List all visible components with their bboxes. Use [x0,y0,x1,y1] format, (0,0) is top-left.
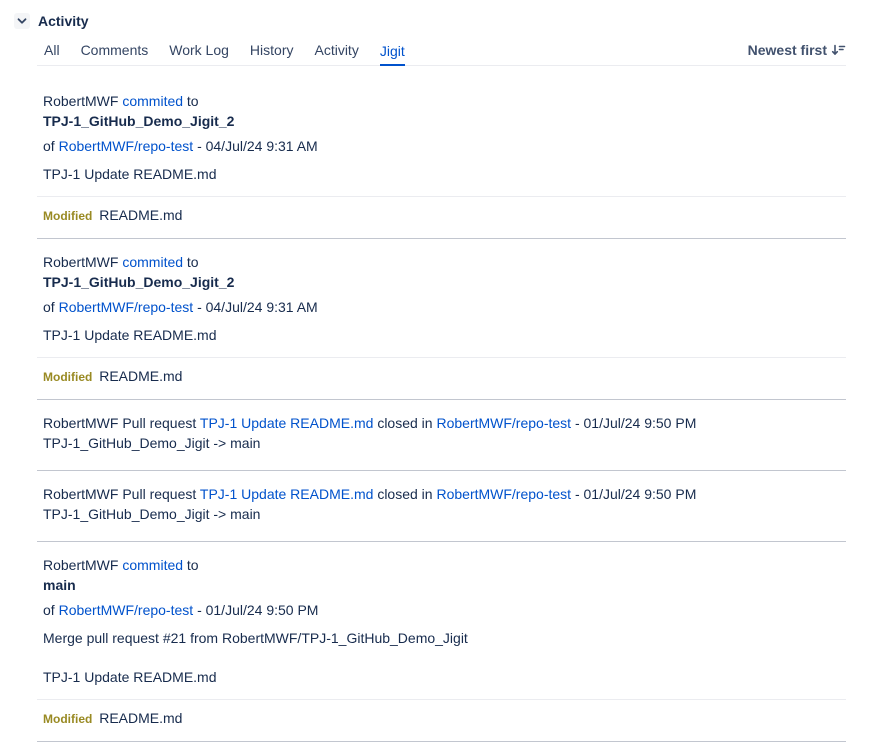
repo-link[interactable]: RobertMWF/repo-test [59,602,194,618]
commit-repo-line: of RobertMWF/repo-test - 01/Jul/24 9:50 … [43,600,840,620]
commit-entry: RobertMWF commited to TPJ-1_GitHub_Demo_… [37,78,846,239]
tab-work-log[interactable]: Work Log [169,42,229,65]
file-name: README.md [99,710,182,726]
file-name: README.md [99,368,182,384]
of-label: of [43,602,55,618]
commit-body: RobertMWF commited to TPJ-1_GitHub_Demo_… [37,91,846,184]
activity-section: Activity All Comments Work Log History A… [0,0,884,742]
commit-message: TPJ-1 Update README.md [43,325,840,345]
commit-action-suffix: to [187,557,199,573]
file-change-row: Modified README.md [37,196,846,238]
repo-link[interactable]: RobertMWF/repo-test [436,486,571,502]
commit-actor: RobertMWF [43,93,118,109]
commit-body: RobertMWF commited to main of RobertMWF/… [37,555,846,687]
repo-link[interactable]: RobertMWF/repo-test [436,415,571,431]
pr-title-link[interactable]: TPJ-1 Update README.md [200,415,374,431]
repo-link[interactable]: RobertMWF/repo-test [59,299,194,315]
activity-feed: RobertMWF commited to TPJ-1_GitHub_Demo_… [37,78,846,742]
commit-action-link[interactable]: commited [122,254,183,270]
commit-message: TPJ-1 Update README.md [43,164,840,184]
commit-action-suffix: to [187,93,199,109]
pull-request-body: RobertMWF Pull request TPJ-1 Update READ… [37,413,846,470]
commit-entry: RobertMWF commited to TPJ-1_GitHub_Demo_… [37,239,846,400]
sort-order-label: Newest first [748,42,827,58]
tab-activity[interactable]: Activity [314,42,358,65]
commit-branch: TPJ-1_GitHub_Demo_Jigit_2 [43,111,840,131]
pr-prefix: RobertMWF Pull request [43,415,196,431]
pull-request-entry: RobertMWF Pull request TPJ-1 Update READ… [37,471,846,542]
file-status-badge: Modified [43,370,92,384]
commit-actor: RobertMWF [43,557,118,573]
pr-timestamp: - 01/Jul/24 9:50 PM [575,486,696,502]
chevron-down-icon [16,15,28,27]
file-status-badge: Modified [43,209,92,223]
pull-request-body: RobertMWF Pull request TPJ-1 Update READ… [37,484,846,541]
pull-request-headline: RobertMWF Pull request TPJ-1 Update READ… [43,413,840,433]
pr-prefix: RobertMWF Pull request [43,486,196,502]
commit-action-suffix: to [187,254,199,270]
commit-actor: RobertMWF [43,254,118,270]
commit-timestamp: - 04/Jul/24 9:31 AM [197,299,318,315]
repo-link[interactable]: RobertMWF/repo-test [59,138,194,154]
section-header: Activity [0,0,884,29]
commit-message-secondary: TPJ-1 Update README.md [43,667,840,687]
of-label: of [43,299,55,315]
commit-repo-line: of RobertMWF/repo-test - 04/Jul/24 9:31 … [43,136,840,156]
sort-descending-icon [830,42,846,58]
tab-all[interactable]: All [44,42,60,65]
file-change-row: Modified README.md [37,699,846,741]
pull-request-entry: RobertMWF Pull request TPJ-1 Update READ… [37,400,846,471]
pr-middle-text: closed in [377,486,432,502]
tab-history[interactable]: History [250,42,294,65]
pr-timestamp: - 01/Jul/24 9:50 PM [575,415,696,431]
commit-action-link[interactable]: commited [122,93,183,109]
collapse-toggle-button[interactable] [14,13,30,29]
tab-jigit[interactable]: Jigit [380,43,405,66]
page-title: Activity [38,13,89,29]
pull-request-headline: RobertMWF Pull request TPJ-1 Update READ… [43,484,840,504]
commit-repo-line: of RobertMWF/repo-test - 04/Jul/24 9:31 … [43,297,840,317]
file-change-row: Modified README.md [37,357,846,399]
pr-branch-flow: TPJ-1_GitHub_Demo_Jigit -> main [43,504,840,524]
file-name: README.md [99,207,182,223]
commit-headline: RobertMWF commited to [43,252,840,272]
pr-middle-text: closed in [377,415,432,431]
tabs-bar: All Comments Work Log History Activity J… [37,42,846,66]
pr-title-link[interactable]: TPJ-1 Update README.md [200,486,374,502]
sort-order-button[interactable]: Newest first [748,42,846,65]
commit-timestamp: - 01/Jul/24 9:50 PM [197,602,318,618]
commit-branch: TPJ-1_GitHub_Demo_Jigit_2 [43,272,840,292]
commit-branch: main [43,575,840,595]
pr-branch-flow: TPJ-1_GitHub_Demo_Jigit -> main [43,433,840,453]
commit-body: RobertMWF commited to TPJ-1_GitHub_Demo_… [37,252,846,345]
commit-headline: RobertMWF commited to [43,555,840,575]
commit-message: Merge pull request #21 from RobertMWF/TP… [43,628,840,648]
commit-action-link[interactable]: commited [122,557,183,573]
of-label: of [43,138,55,154]
commit-headline: RobertMWF commited to [43,91,840,111]
file-status-badge: Modified [43,712,92,726]
tab-comments[interactable]: Comments [81,42,149,65]
commit-timestamp: - 04/Jul/24 9:31 AM [197,138,318,154]
commit-entry: RobertMWF commited to main of RobertMWF/… [37,542,846,742]
